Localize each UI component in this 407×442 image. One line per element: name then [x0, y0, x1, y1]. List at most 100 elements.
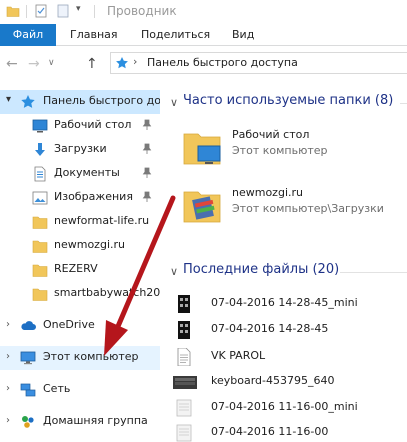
image-file-icon	[178, 295, 190, 313]
chevron-right-icon[interactable]: ›	[6, 319, 10, 330]
desktop-icon	[32, 119, 48, 133]
pin-icon[interactable]	[142, 167, 152, 179]
window-title: Проводник	[107, 4, 177, 18]
tab-view[interactable]: Вид	[232, 24, 254, 46]
pin-icon[interactable]	[142, 191, 152, 203]
sidebar-item-desktop[interactable]: Рабочий стол	[0, 114, 160, 138]
content-pane: ∨ Часто используемые папки (8) Рабочий с…	[160, 80, 407, 442]
navigation-pane: ▾ Панель быстрого доступа Рабочий стол З…	[0, 80, 160, 442]
star-icon	[21, 95, 35, 108]
recent-locations-icon[interactable]: ∨	[48, 58, 55, 68]
sidebar-item-label: Сеть	[43, 382, 71, 395]
sidebar-item-rezerv[interactable]: REZERV	[0, 258, 160, 282]
recent-file[interactable]: 07-04-2016 14-28-45_mini	[175, 293, 407, 315]
file-name: keyboard-453795_640	[211, 374, 335, 387]
sidebar-item-label: Панель быстрого доступа	[43, 94, 160, 107]
group-title: Последние файлы (20)	[183, 262, 340, 277]
separator	[26, 5, 27, 18]
folder-icon	[32, 240, 48, 253]
sidebar-item-pictures[interactable]: Изображения	[0, 186, 160, 210]
sidebar-item-newmozgi[interactable]: newmozgi.ru	[0, 234, 160, 258]
image-file-icon	[173, 376, 197, 389]
recent-file[interactable]: keyboard-453795_640	[173, 371, 407, 393]
image-file-icon	[176, 399, 192, 417]
pin-icon[interactable]	[142, 119, 152, 131]
folder-name: Рабочий стол	[232, 128, 310, 141]
title-bar: ▾ Проводник	[0, 0, 407, 24]
customize-quick-access-icon[interactable]: ▾	[76, 4, 81, 14]
text-file-icon	[177, 348, 191, 366]
sidebar-item-network[interactable]: › Сеть	[0, 378, 160, 402]
sidebar-item-smartbabywatch[interactable]: smartbabywatch201	[0, 282, 160, 306]
folder-desktop-icon	[183, 133, 221, 165]
chevron-right-icon[interactable]: ›	[6, 415, 10, 426]
file-name: 07-04-2016 11-16-00_mini	[211, 400, 358, 413]
group-title: Часто используемые папки (8)	[183, 93, 394, 108]
chevron-right-icon[interactable]: ›	[6, 351, 10, 362]
sidebar-item-downloads[interactable]: Загрузки	[0, 138, 160, 162]
tab-home[interactable]: Главная	[70, 24, 118, 46]
chevron-down-icon[interactable]: ∨	[170, 265, 178, 278]
recent-file[interactable]: VK PAROL	[175, 346, 407, 368]
sidebar-item-this-pc[interactable]: › Этот компьютер	[0, 346, 160, 370]
star-icon	[116, 57, 128, 69]
folder-icon	[32, 288, 48, 301]
documents-icon	[34, 166, 46, 182]
chevron-down-icon[interactable]: ∨	[170, 96, 178, 109]
chevron-right-icon[interactable]: ›	[133, 55, 137, 68]
frequent-folders-header[interactable]: ∨ Часто используемые папки (8)	[160, 92, 407, 114]
sidebar-item-label: Загрузки	[54, 142, 107, 155]
sidebar-item-label: Рабочий стол	[54, 118, 132, 131]
file-name: VK PAROL	[211, 349, 266, 362]
sidebar-item-newformat-life[interactable]: newformat-life.ru	[0, 210, 160, 234]
network-icon	[20, 383, 36, 397]
file-name: 07-04-2016 14-28-45_mini	[211, 296, 358, 309]
recent-file[interactable]: 07-04-2016 11-16-00_mini	[175, 397, 407, 419]
separator	[94, 5, 95, 18]
download-icon	[35, 143, 45, 156]
sidebar-item-onedrive[interactable]: › OneDrive	[0, 314, 160, 338]
forward-arrow-icon[interactable]: →	[28, 56, 40, 72]
frequent-folder-newmozgi[interactable]: newmozgi.ru Этот компьютер\Загрузки	[180, 184, 407, 238]
pin-icon[interactable]	[142, 143, 152, 155]
folder-archive-icon	[183, 191, 221, 223]
sidebar-item-label: Домашняя группа	[43, 414, 148, 427]
chevron-right-icon[interactable]: ›	[6, 383, 10, 394]
address-bar[interactable]: › Панель быстрого доступа	[110, 52, 407, 74]
image-file-icon	[178, 321, 190, 339]
address-path: Панель быстрого доступа	[147, 56, 298, 69]
recent-file[interactable]: 07-04-2016 14-28-45	[175, 319, 407, 341]
cloud-icon	[21, 321, 36, 330]
recent-file[interactable]: 07-04-2016 11-16-00	[175, 422, 407, 442]
sidebar-item-label: REZERV	[54, 262, 98, 275]
recent-files-header[interactable]: ∨ Последние файлы (20)	[160, 261, 407, 283]
folder-icon	[32, 264, 48, 277]
sidebar-item-quick-access[interactable]: ▾ Панель быстрого доступа	[0, 90, 160, 114]
chevron-down-icon[interactable]: ▾	[6, 94, 11, 105]
properties-icon[interactable]	[34, 4, 48, 18]
sidebar-item-homegroup[interactable]: › Домашняя группа	[0, 410, 160, 434]
folder-icon	[32, 216, 48, 229]
folder-icon	[6, 6, 20, 17]
frequent-folder-desktop[interactable]: Рабочий стол Этот компьютер	[180, 126, 407, 180]
sidebar-item-documents[interactable]: Документы	[0, 162, 160, 186]
homegroup-icon	[22, 416, 34, 428]
sidebar-item-label: Изображения	[54, 190, 133, 203]
image-file-icon	[176, 424, 192, 442]
sidebar-item-label: smartbabywatch201	[54, 286, 160, 299]
folder-location: Этот компьютер\Загрузки	[232, 202, 384, 215]
back-arrow-icon[interactable]: ←	[6, 56, 18, 72]
tab-share[interactable]: Поделиться	[141, 24, 210, 46]
new-folder-icon[interactable]	[56, 4, 70, 18]
sidebar-item-label: newformat-life.ru	[54, 214, 150, 227]
tab-file[interactable]: Файл	[0, 24, 56, 46]
up-arrow-icon[interactable]: ↑	[86, 56, 98, 72]
divider	[400, 103, 407, 104]
sidebar-item-label: Этот компьютер	[43, 350, 139, 363]
divider	[340, 272, 407, 273]
pictures-icon	[32, 191, 48, 205]
sidebar-item-label: Документы	[54, 166, 120, 179]
navigation-bar: ← → ∨ ↑ › Панель быстрого доступа	[0, 46, 407, 80]
computer-icon	[20, 351, 36, 365]
folder-name: newmozgi.ru	[232, 186, 303, 199]
